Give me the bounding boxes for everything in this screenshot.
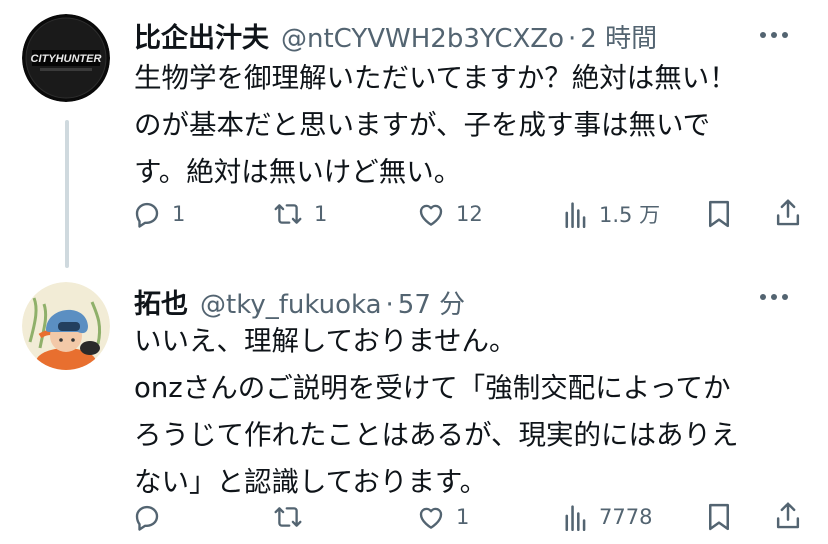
tweet-text: いいえ、理解しておりません。 onzさんのご説明を受けて「強制交配によってか ろ… [134, 325, 739, 498]
share-icon [776, 502, 800, 529]
separator-dot: · [385, 290, 394, 320]
like-icon [419, 204, 443, 226]
views-count: 1.5 万 [599, 203, 661, 227]
avatar[interactable] [22, 282, 110, 370]
action-bar: 1 7778 [0, 498, 828, 538]
share-button[interactable] [774, 197, 802, 229]
views-button[interactable]: 7778 [563, 502, 652, 532]
more-icon[interactable] [760, 294, 788, 300]
views-icon [565, 202, 586, 228]
reply-icon [135, 202, 159, 228]
like-count: 1 [456, 505, 470, 529]
timestamp[interactable]: 57 分 [398, 284, 465, 321]
author-handle[interactable]: @ntCYVWH2b3YCXZo [281, 24, 564, 54]
like-button[interactable]: 1 [416, 502, 469, 532]
bookmark-icon [709, 200, 729, 228]
repost-icon [274, 204, 302, 224]
repost-button[interactable]: 1 [272, 199, 327, 229]
author-name[interactable]: 拓也 [134, 282, 188, 321]
author-name[interactable]: 比企出汁夫 [134, 16, 269, 55]
more-icon[interactable] [760, 32, 788, 38]
like-button[interactable]: 12 [416, 199, 483, 229]
repost-button[interactable] [272, 502, 314, 532]
share-button[interactable] [774, 500, 802, 532]
tweet-header: 拓也 @tky_fukuoka · 57 分 [134, 282, 465, 321]
svg-text:CITYHUNTER: CITYHUNTER [31, 53, 102, 65]
like-icon [419, 507, 443, 529]
separator-dot: · [568, 24, 577, 54]
reply-button[interactable] [132, 502, 172, 532]
timestamp[interactable]: 2 時間 [580, 18, 657, 55]
tweet-text: 生物学を御理解いただいてますか？絶対は無い！ のが基本だと思いますが、子を成す事… [134, 62, 737, 188]
views-count: 7778 [599, 505, 653, 529]
reply-count: 1 [172, 202, 186, 226]
views-icon [565, 505, 586, 531]
avatar[interactable]: CITYHUNTER [22, 14, 110, 102]
bookmark-button[interactable] [705, 502, 733, 532]
views-button[interactable]: 1.5 万 [563, 199, 660, 229]
bookmark-icon [709, 503, 729, 531]
bookmark-button[interactable] [705, 199, 733, 229]
reply-button[interactable]: 1 [132, 199, 185, 229]
like-count: 12 [456, 202, 483, 226]
repost-count: 1 [314, 202, 328, 226]
repost-icon [274, 507, 302, 527]
tweet-1[interactable]: CITYHUNTER 比企出汁夫 @ntCYVWH2b3YCXZo · 2 時間… [0, 0, 828, 270]
author-handle[interactable]: @tky_fukuoka [200, 290, 382, 320]
city-hunter-logo: CITYHUNTER [22, 14, 110, 102]
action-bar: 1 1 12 1.5 万 [0, 193, 828, 233]
tweet-header: 比企出汁夫 @ntCYVWH2b3YCXZo · 2 時間 [134, 16, 657, 55]
reply-icon [135, 505, 159, 531]
tweet-2[interactable]: 拓也 @tky_fukuoka · 57 分 いいえ、理解しておりません。 on… [0, 270, 828, 544]
character-avatar-image [22, 282, 110, 370]
share-icon [776, 199, 800, 226]
